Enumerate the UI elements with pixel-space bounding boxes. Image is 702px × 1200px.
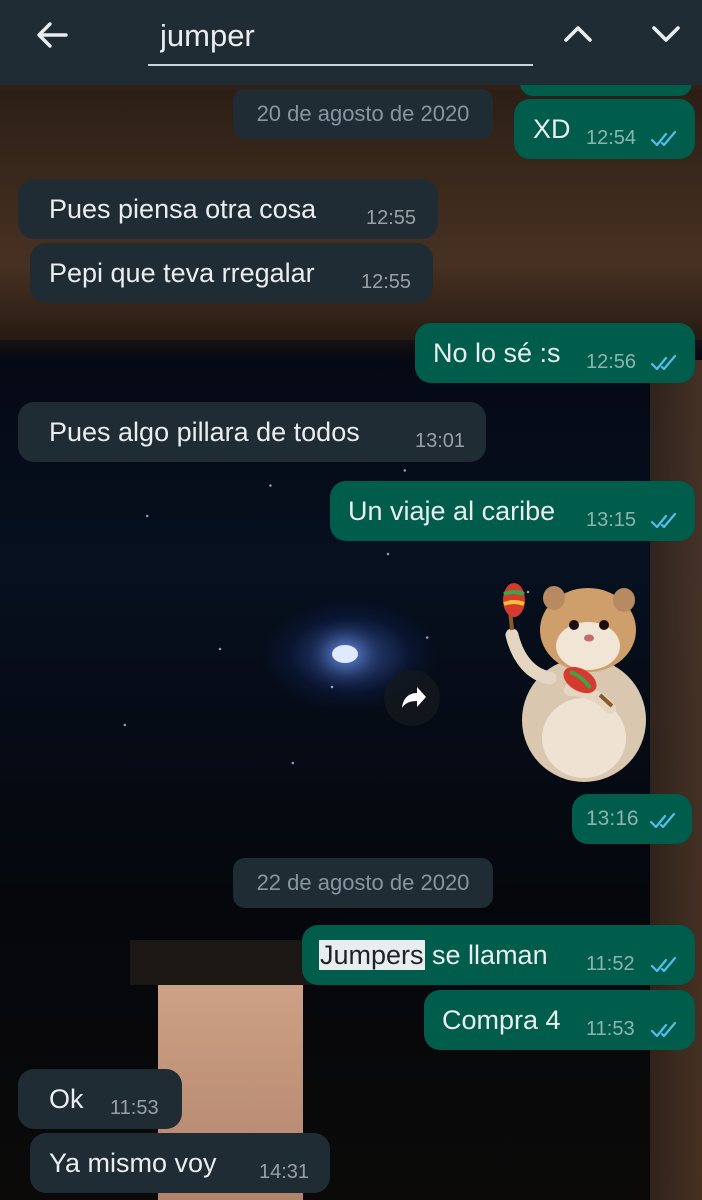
message-list[interactable]: 20 de agosto de 2020 XD 12:54 Pues piens…	[0, 0, 702, 1200]
hamster-sticker[interactable]	[492, 580, 652, 785]
message-text: Pues algo pillara de todos	[49, 417, 360, 447]
double-check-icon	[649, 812, 676, 829]
message-text: No lo sé :s	[433, 338, 561, 368]
message-bubble-incoming[interactable]: Pues algo pillara de todos 13:01	[18, 402, 486, 462]
message-text: Un viaje al caribe	[348, 496, 556, 526]
message-time: 11:53	[586, 1018, 635, 1040]
message-bubble-incoming[interactable]: Ok 11:53	[18, 1069, 182, 1129]
message-text: Pues piensa otra cosa	[49, 194, 317, 224]
double-check-icon	[650, 1021, 677, 1038]
search-next-button[interactable]	[644, 14, 688, 54]
search-field[interactable]	[148, 12, 533, 66]
back-button[interactable]	[30, 14, 76, 56]
double-check-icon	[650, 130, 677, 147]
message-bubble-outgoing[interactable]: Compra 4 11:53	[424, 990, 695, 1050]
message-bubble-incoming[interactable]: Pepi que teva rregalar 12:55	[30, 243, 433, 303]
forward-arrow-icon	[402, 687, 426, 708]
message-time: 12:56	[586, 351, 637, 373]
message-text: Ok	[49, 1084, 84, 1114]
message-time: 12:55	[361, 271, 412, 293]
message-text: Jumpers se llaman	[319, 940, 548, 971]
message-time: 11:52	[586, 953, 635, 975]
message-time: 13:01	[415, 430, 466, 452]
message-time: 12:55	[366, 207, 417, 229]
message-text: XD	[533, 114, 571, 144]
message-time: 13:16	[586, 807, 639, 830]
search-match-highlight: Jumpers	[319, 940, 425, 970]
message-text-rest: se llaman	[424, 940, 548, 970]
search-header	[0, 0, 702, 85]
message-bubble-incoming[interactable]: Pues piensa otra cosa 12:55	[18, 179, 438, 239]
double-check-icon	[650, 512, 677, 529]
message-time: 13:15	[586, 509, 637, 531]
message-text: Ya mismo voy	[49, 1148, 217, 1178]
date-separator: 20 de agosto de 2020	[233, 89, 493, 139]
message-bubble-incoming[interactable]: Ya mismo voy 14:31	[30, 1133, 330, 1193]
message-text: Pepi que teva rregalar	[49, 258, 315, 288]
message-text: Compra 4	[442, 1005, 561, 1035]
message-bubble-outgoing[interactable]: Un viaje al caribe 13:15	[330, 481, 695, 541]
search-previous-button[interactable]	[556, 14, 600, 54]
message-time: 14:31	[259, 1161, 310, 1183]
search-input[interactable]	[148, 12, 532, 60]
sticker-time-bubble[interactable]: 13:16	[572, 794, 692, 844]
message-time: 12:54	[586, 127, 637, 149]
double-check-icon	[650, 956, 677, 973]
message-time: 11:53	[110, 1097, 159, 1119]
double-check-icon	[650, 354, 677, 371]
message-bubble-outgoing[interactable]: XD 12:54	[514, 99, 695, 159]
forward-button[interactable]	[384, 670, 440, 726]
date-separator: 22 de agosto de 2020	[233, 858, 493, 908]
message-bubble-outgoing[interactable]: Jumpers se llaman 11:52	[302, 925, 695, 985]
message-bubble-outgoing[interactable]: No lo sé :s 12:56	[415, 323, 695, 383]
